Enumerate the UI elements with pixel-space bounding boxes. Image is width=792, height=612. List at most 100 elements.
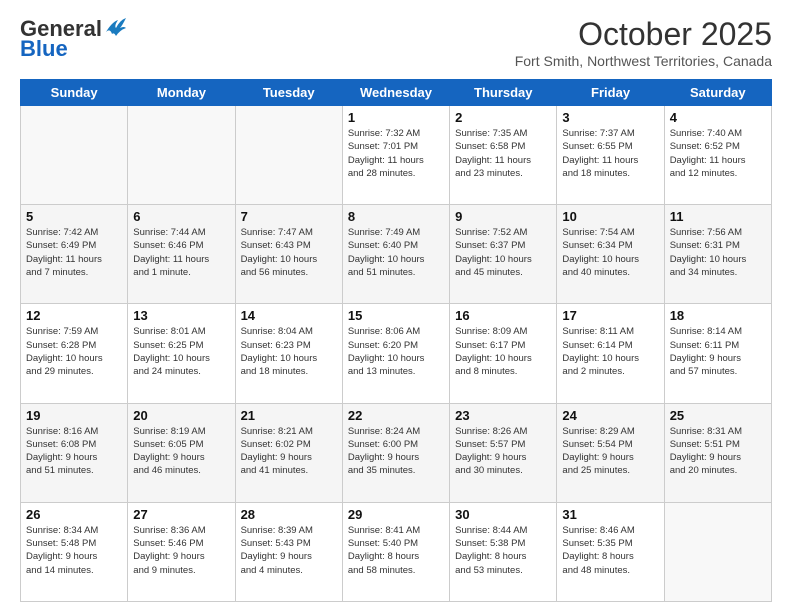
calendar-week-5: 26 Sunrise: 8:34 AM Sunset: 5:48 PM Dayli… — [21, 502, 772, 601]
day-number: 24 — [562, 408, 658, 423]
calendar-week-2: 5 Sunrise: 7:42 AM Sunset: 6:49 PM Daylig… — [21, 205, 772, 304]
day-info: Sunrise: 8:39 AM Sunset: 5:43 PM Dayligh… — [241, 524, 337, 577]
day-number: 17 — [562, 308, 658, 323]
day-number: 18 — [670, 308, 766, 323]
table-row: 11 Sunrise: 7:56 AM Sunset: 6:31 PM Dayli… — [664, 205, 771, 304]
day-info: Sunrise: 7:42 AM Sunset: 6:49 PM Dayligh… — [26, 226, 122, 279]
table-row: 14Sunrise: 8:04 AM Sunset: 6:23 PM Dayli… — [235, 304, 342, 403]
col-wednesday: Wednesday — [342, 80, 449, 106]
day-number: 23 — [455, 408, 551, 423]
day-number: 21 — [241, 408, 337, 423]
day-info: Sunrise: 8:21 AM Sunset: 6:02 PM Dayligh… — [241, 425, 337, 478]
day-number: 5 — [26, 209, 122, 224]
day-info: Sunrise: 7:54 AM Sunset: 6:34 PM Dayligh… — [562, 226, 658, 279]
table-row: 27Sunrise: 8:36 AM Sunset: 5:46 PM Dayli… — [128, 502, 235, 601]
month-title: October 2025 — [515, 16, 772, 53]
day-number: 22 — [348, 408, 444, 423]
day-number: 6 — [133, 209, 229, 224]
day-info: Sunrise: 7:40 AM Sunset: 6:52 PM Dayligh… — [670, 127, 766, 180]
day-info: Sunrise: 8:01 AM Sunset: 6:25 PM Dayligh… — [133, 325, 229, 378]
calendar-week-3: 12 Sunrise: 7:59 AM Sunset: 6:28 PM Dayli… — [21, 304, 772, 403]
logo-bird-icon — [104, 18, 126, 36]
table-row: 2Sunrise: 7:35 AM Sunset: 6:58 PM Daylig… — [450, 106, 557, 205]
table-row: 24 Sunrise: 8:29 AM Sunset: 5:54 PM Dayli… — [557, 403, 664, 502]
table-row: 9Sunrise: 7:52 AM Sunset: 6:37 PM Daylig… — [450, 205, 557, 304]
day-number: 7 — [241, 209, 337, 224]
day-number: 14 — [241, 308, 337, 323]
table-row: 13 Sunrise: 8:01 AM Sunset: 6:25 PM Dayli… — [128, 304, 235, 403]
day-number: 13 — [133, 308, 229, 323]
day-info: Sunrise: 8:46 AM Sunset: 5:35 PM Dayligh… — [562, 524, 658, 577]
day-number: 29 — [348, 507, 444, 522]
day-number: 15 — [348, 308, 444, 323]
table-row: 10 Sunrise: 7:54 AM Sunset: 6:34 PM Dayli… — [557, 205, 664, 304]
calendar-week-4: 19Sunrise: 8:16 AM Sunset: 6:08 PM Dayli… — [21, 403, 772, 502]
day-number: 19 — [26, 408, 122, 423]
table-row: 30Sunrise: 8:44 AM Sunset: 5:38 PM Dayli… — [450, 502, 557, 601]
table-row: 20 Sunrise: 8:19 AM Sunset: 6:05 PM Dayli… — [128, 403, 235, 502]
table-row: 16 Sunrise: 8:09 AM Sunset: 6:17 PM Dayli… — [450, 304, 557, 403]
col-tuesday: Tuesday — [235, 80, 342, 106]
day-info: Sunrise: 7:56 AM Sunset: 6:31 PM Dayligh… — [670, 226, 766, 279]
table-row: 4 Sunrise: 7:40 AM Sunset: 6:52 PM Daylig… — [664, 106, 771, 205]
day-info: Sunrise: 8:34 AM Sunset: 5:48 PM Dayligh… — [26, 524, 122, 577]
day-info: Sunrise: 7:44 AM Sunset: 6:46 PM Dayligh… — [133, 226, 229, 279]
location-title: Fort Smith, Northwest Territories, Canad… — [515, 53, 772, 69]
col-friday: Friday — [557, 80, 664, 106]
day-number: 16 — [455, 308, 551, 323]
table-row: 25Sunrise: 8:31 AM Sunset: 5:51 PM Dayli… — [664, 403, 771, 502]
day-info: Sunrise: 7:32 AM Sunset: 7:01 PM Dayligh… — [348, 127, 444, 180]
day-number: 4 — [670, 110, 766, 125]
day-number: 28 — [241, 507, 337, 522]
day-info: Sunrise: 8:06 AM Sunset: 6:20 PM Dayligh… — [348, 325, 444, 378]
table-row: 19Sunrise: 8:16 AM Sunset: 6:08 PM Dayli… — [21, 403, 128, 502]
table-row: 23 Sunrise: 8:26 AM Sunset: 5:57 PM Dayli… — [450, 403, 557, 502]
day-number: 30 — [455, 507, 551, 522]
table-row — [128, 106, 235, 205]
calendar-week-1: 1Sunrise: 7:32 AM Sunset: 7:01 PM Daylig… — [21, 106, 772, 205]
table-row — [235, 106, 342, 205]
table-row: 17 Sunrise: 8:11 AM Sunset: 6:14 PM Dayli… — [557, 304, 664, 403]
col-sunday: Sunday — [21, 80, 128, 106]
day-info: Sunrise: 8:41 AM Sunset: 5:40 PM Dayligh… — [348, 524, 444, 577]
day-number: 31 — [562, 507, 658, 522]
table-row: 6 Sunrise: 7:44 AM Sunset: 6:46 PM Daylig… — [128, 205, 235, 304]
table-row: 5 Sunrise: 7:42 AM Sunset: 6:49 PM Daylig… — [21, 205, 128, 304]
day-info: Sunrise: 8:09 AM Sunset: 6:17 PM Dayligh… — [455, 325, 551, 378]
day-info: Sunrise: 8:26 AM Sunset: 5:57 PM Dayligh… — [455, 425, 551, 478]
day-number: 2 — [455, 110, 551, 125]
table-row: 7 Sunrise: 7:47 AM Sunset: 6:43 PM Daylig… — [235, 205, 342, 304]
table-row: 3Sunrise: 7:37 AM Sunset: 6:55 PM Daylig… — [557, 106, 664, 205]
table-row: 8 Sunrise: 7:49 AM Sunset: 6:40 PM Daylig… — [342, 205, 449, 304]
day-number: 9 — [455, 209, 551, 224]
day-number: 10 — [562, 209, 658, 224]
day-number: 27 — [133, 507, 229, 522]
table-row — [664, 502, 771, 601]
day-info: Sunrise: 7:59 AM Sunset: 6:28 PM Dayligh… — [26, 325, 122, 378]
day-number: 8 — [348, 209, 444, 224]
table-row: 28 Sunrise: 8:39 AM Sunset: 5:43 PM Dayli… — [235, 502, 342, 601]
col-thursday: Thursday — [450, 80, 557, 106]
day-info: Sunrise: 8:14 AM Sunset: 6:11 PM Dayligh… — [670, 325, 766, 378]
day-number: 11 — [670, 209, 766, 224]
calendar-header-row: Sunday Monday Tuesday Wednesday Thursday… — [21, 80, 772, 106]
table-row: 29 Sunrise: 8:41 AM Sunset: 5:40 PM Dayli… — [342, 502, 449, 601]
day-info: Sunrise: 8:29 AM Sunset: 5:54 PM Dayligh… — [562, 425, 658, 478]
logo-blue-text: Blue — [20, 36, 68, 62]
table-row: 1Sunrise: 7:32 AM Sunset: 7:01 PM Daylig… — [342, 106, 449, 205]
day-info: Sunrise: 7:49 AM Sunset: 6:40 PM Dayligh… — [348, 226, 444, 279]
day-number: 25 — [670, 408, 766, 423]
table-row: 26 Sunrise: 8:34 AM Sunset: 5:48 PM Dayli… — [21, 502, 128, 601]
table-row: 21 Sunrise: 8:21 AM Sunset: 6:02 PM Dayli… — [235, 403, 342, 502]
day-info: Sunrise: 8:11 AM Sunset: 6:14 PM Dayligh… — [562, 325, 658, 378]
table-row: 15 Sunrise: 8:06 AM Sunset: 6:20 PM Dayli… — [342, 304, 449, 403]
table-row: 22Sunrise: 8:24 AM Sunset: 6:00 PM Dayli… — [342, 403, 449, 502]
day-info: Sunrise: 7:37 AM Sunset: 6:55 PM Dayligh… — [562, 127, 658, 180]
day-info: Sunrise: 8:19 AM Sunset: 6:05 PM Dayligh… — [133, 425, 229, 478]
day-number: 26 — [26, 507, 122, 522]
logo: General Blue — [20, 16, 126, 62]
day-number: 20 — [133, 408, 229, 423]
day-info: Sunrise: 7:47 AM Sunset: 6:43 PM Dayligh… — [241, 226, 337, 279]
col-saturday: Saturday — [664, 80, 771, 106]
day-number: 12 — [26, 308, 122, 323]
